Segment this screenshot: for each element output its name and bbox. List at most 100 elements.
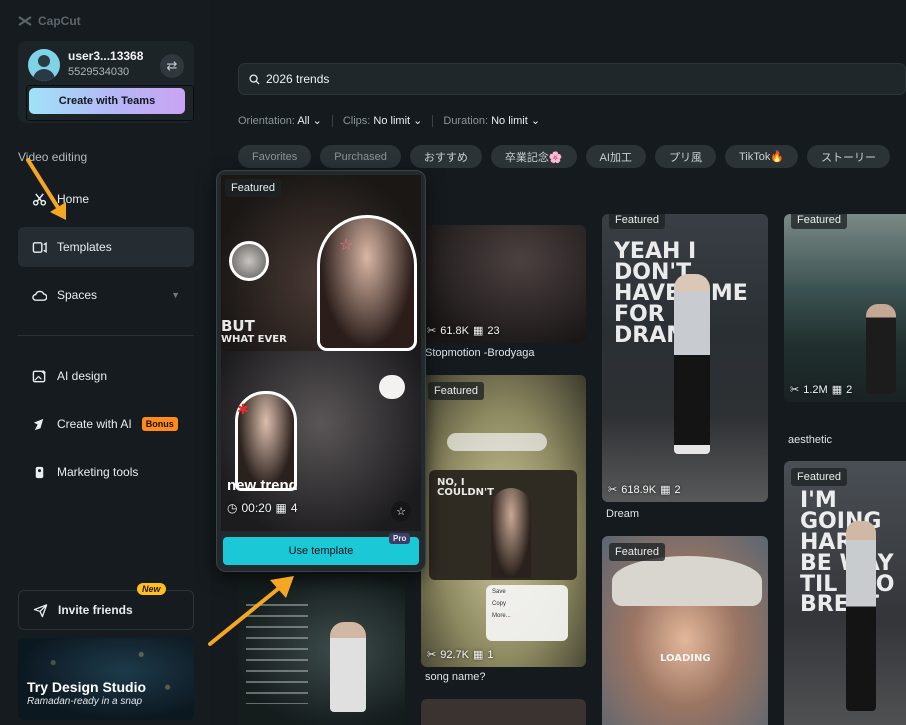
- template-stats: ✂ 92.7K ▦ 1: [427, 648, 494, 662]
- template-card-aesthetic[interactable]: Featured ✂ 1.2M ▦ 2: [784, 214, 906, 402]
- template-card-loading[interactable]: LOADING Featured: [602, 536, 768, 725]
- template-preview-popup[interactable]: ☆ BUT WHAT EVER Featured ✱ new trend ◷ 00…: [216, 170, 426, 572]
- preview-overlay-text-1: BUT: [221, 317, 255, 335]
- scissors-icon: ✂: [427, 325, 437, 337]
- preview-title: new trend: [227, 477, 298, 494]
- studio-title: Try Design Studio: [27, 679, 147, 695]
- menu-item: Save: [492, 589, 506, 595]
- template-card-song-name[interactable]: NO, I COULDN'T Save Copy More... Feature…: [421, 375, 586, 667]
- chip-purikura[interactable]: プリ風: [654, 145, 716, 168]
- template-caption[interactable]: Dream: [606, 508, 639, 520]
- chip-graduation[interactable]: 卒業記念🌸: [490, 145, 577, 168]
- sidebar-item-marketing-tools[interactable]: Marketing tools: [18, 452, 194, 492]
- user-id: 5529534030: [68, 66, 130, 78]
- template-stats: ✂ 618.9K ▦ 2: [608, 483, 681, 497]
- preview-overlay-text-2: WHAT EVER: [221, 334, 287, 345]
- filter-clips[interactable]: Clips: No limit ⌄: [343, 114, 423, 127]
- person-sticker: [317, 215, 417, 351]
- sidebar-item-templates[interactable]: Templates: [18, 227, 194, 267]
- capcut-logo-icon: [18, 16, 32, 26]
- preview-top-frame: ☆ BUT WHAT EVER Featured: [221, 175, 421, 351]
- clips-icon: ▦: [831, 384, 843, 396]
- filter-duration[interactable]: Duration: No limit ⌄: [443, 114, 540, 127]
- context-menu: Save Copy More...: [486, 585, 568, 641]
- filter-bar: Orientation: All ⌄ Clips: No limit ⌄ Dur…: [238, 114, 540, 127]
- new-badge: New: [137, 583, 166, 595]
- create-with-teams-button[interactable]: Create with Teams: [29, 88, 185, 114]
- switch-account-icon[interactable]: ⇄: [160, 54, 184, 78]
- clips-icon: ▦: [275, 501, 287, 515]
- person-figure: [330, 622, 366, 712]
- featured-badge: Featured: [609, 214, 666, 229]
- annotation-arrow-icon: [26, 158, 66, 220]
- favorite-star-icon[interactable]: ☆: [391, 501, 411, 521]
- filter-orientation[interactable]: Orientation: All ⌄: [238, 114, 322, 127]
- cat-sticker: [229, 241, 269, 281]
- template-card-stopmotion[interactable]: ✂ 61.8K ▦ 23: [421, 225, 586, 343]
- scissors-icon: ✂: [790, 384, 800, 396]
- clips-icon: ▦: [472, 325, 484, 337]
- logo-text: CapCut: [38, 14, 81, 28]
- scissors-icon: ✂: [427, 649, 437, 661]
- invite-friends-label: Invite friends: [58, 603, 133, 617]
- invite-friends-button[interactable]: Invite friends New: [18, 583, 194, 630]
- send-icon: [33, 603, 48, 617]
- chevron-down-icon[interactable]: ▼: [171, 290, 180, 300]
- sidebar-item-label: Spaces: [57, 288, 98, 302]
- sidebar-item-spaces[interactable]: Spaces ▼: [18, 275, 194, 315]
- teams-button-frame: Create with Teams: [26, 85, 194, 121]
- template-stats: ✂ 1.2M ▦ 2: [790, 383, 853, 397]
- preview-bottom-frame: ✱ new trend ◷ 00:20 ▦ 4 ☆: [221, 351, 421, 531]
- anger-sticker-icon: ✱: [237, 401, 249, 417]
- sparkle-icon: [33, 418, 44, 430]
- sidebar-divider: [18, 335, 194, 336]
- clock-icon: ◷: [227, 501, 238, 515]
- hat-shape: [612, 556, 762, 606]
- sidebar-item-ai-design[interactable]: AI design: [18, 356, 194, 396]
- template-card-going-hard[interactable]: I'M GOING HARD BE WAY TIL STO BREAT Feat…: [784, 461, 906, 725]
- featured-badge: Featured: [609, 543, 666, 561]
- template-card-next[interactable]: [421, 699, 586, 725]
- chevron-down-icon: ⌄: [413, 115, 423, 127]
- person-figure: [674, 274, 710, 454]
- featured-badge: Featured: [791, 468, 848, 486]
- sidebar: CapCut user3...13368 5529534030 ⇄ Create…: [0, 0, 210, 725]
- overlay-text: LOADING: [660, 653, 711, 664]
- pro-badge: Pro: [389, 533, 411, 544]
- chip-tiktok[interactable]: TikTok🔥: [724, 145, 799, 168]
- avatar[interactable]: [28, 49, 60, 81]
- overlay-text: NO, I COULDN'T: [437, 477, 494, 498]
- bonus-badge: Bonus: [141, 417, 178, 431]
- chip-favorites[interactable]: Favorites: [238, 145, 312, 168]
- sidebar-item-label: Create with AI: [57, 417, 132, 431]
- reaction-bar: [447, 433, 547, 451]
- annotation-arrow-icon: [208, 576, 294, 646]
- template-card-dream[interactable]: YEAH I DON'T HAVE TIME FOR NO DRAMA Feat…: [602, 214, 768, 502]
- chip-recommended[interactable]: おすすめ: [409, 145, 482, 168]
- sidebar-item-create-with-ai[interactable]: Create with AI Bonus: [18, 404, 194, 444]
- chip-purchased[interactable]: Purchased: [320, 145, 401, 168]
- featured-badge: Featured: [225, 179, 282, 197]
- template-caption[interactable]: aesthetic: [788, 434, 832, 446]
- account-card: user3...13368 5529534030 ⇄ Create with T…: [18, 41, 194, 123]
- template-caption[interactable]: song name?: [425, 671, 486, 683]
- capcut-logo[interactable]: CapCut: [18, 14, 81, 28]
- star-sticker-icon: ☆: [339, 237, 354, 254]
- chevron-down-icon: ⌄: [530, 115, 541, 127]
- sidebar-item-label: AI design: [57, 369, 108, 383]
- chip-ai-edit[interactable]: AI加工: [585, 145, 646, 168]
- person-figure: [846, 521, 876, 711]
- chip-story[interactable]: ストーリー: [807, 145, 891, 168]
- cat-sticker: [379, 375, 405, 399]
- ai-image-icon: [32, 369, 47, 382]
- menu-item: Copy: [492, 601, 507, 607]
- category-chips: Favorites Purchased おすすめ 卒業記念🌸 AI加工 プリ風 …: [238, 145, 891, 168]
- person-figure: [866, 304, 896, 394]
- template-icon: [32, 241, 47, 253]
- design-studio-banner[interactable]: Try Design Studio Ramadan-ready in a sna…: [18, 638, 194, 720]
- template-caption[interactable]: Stopmotion -Brodyaga: [425, 347, 534, 359]
- inner-photo: NO, I COULDN'T: [429, 470, 577, 580]
- search-input[interactable]: 2026 trends: [238, 63, 906, 95]
- studio-subtitle: Ramadan-ready in a snap: [27, 696, 143, 707]
- marketing-icon: [35, 466, 44, 478]
